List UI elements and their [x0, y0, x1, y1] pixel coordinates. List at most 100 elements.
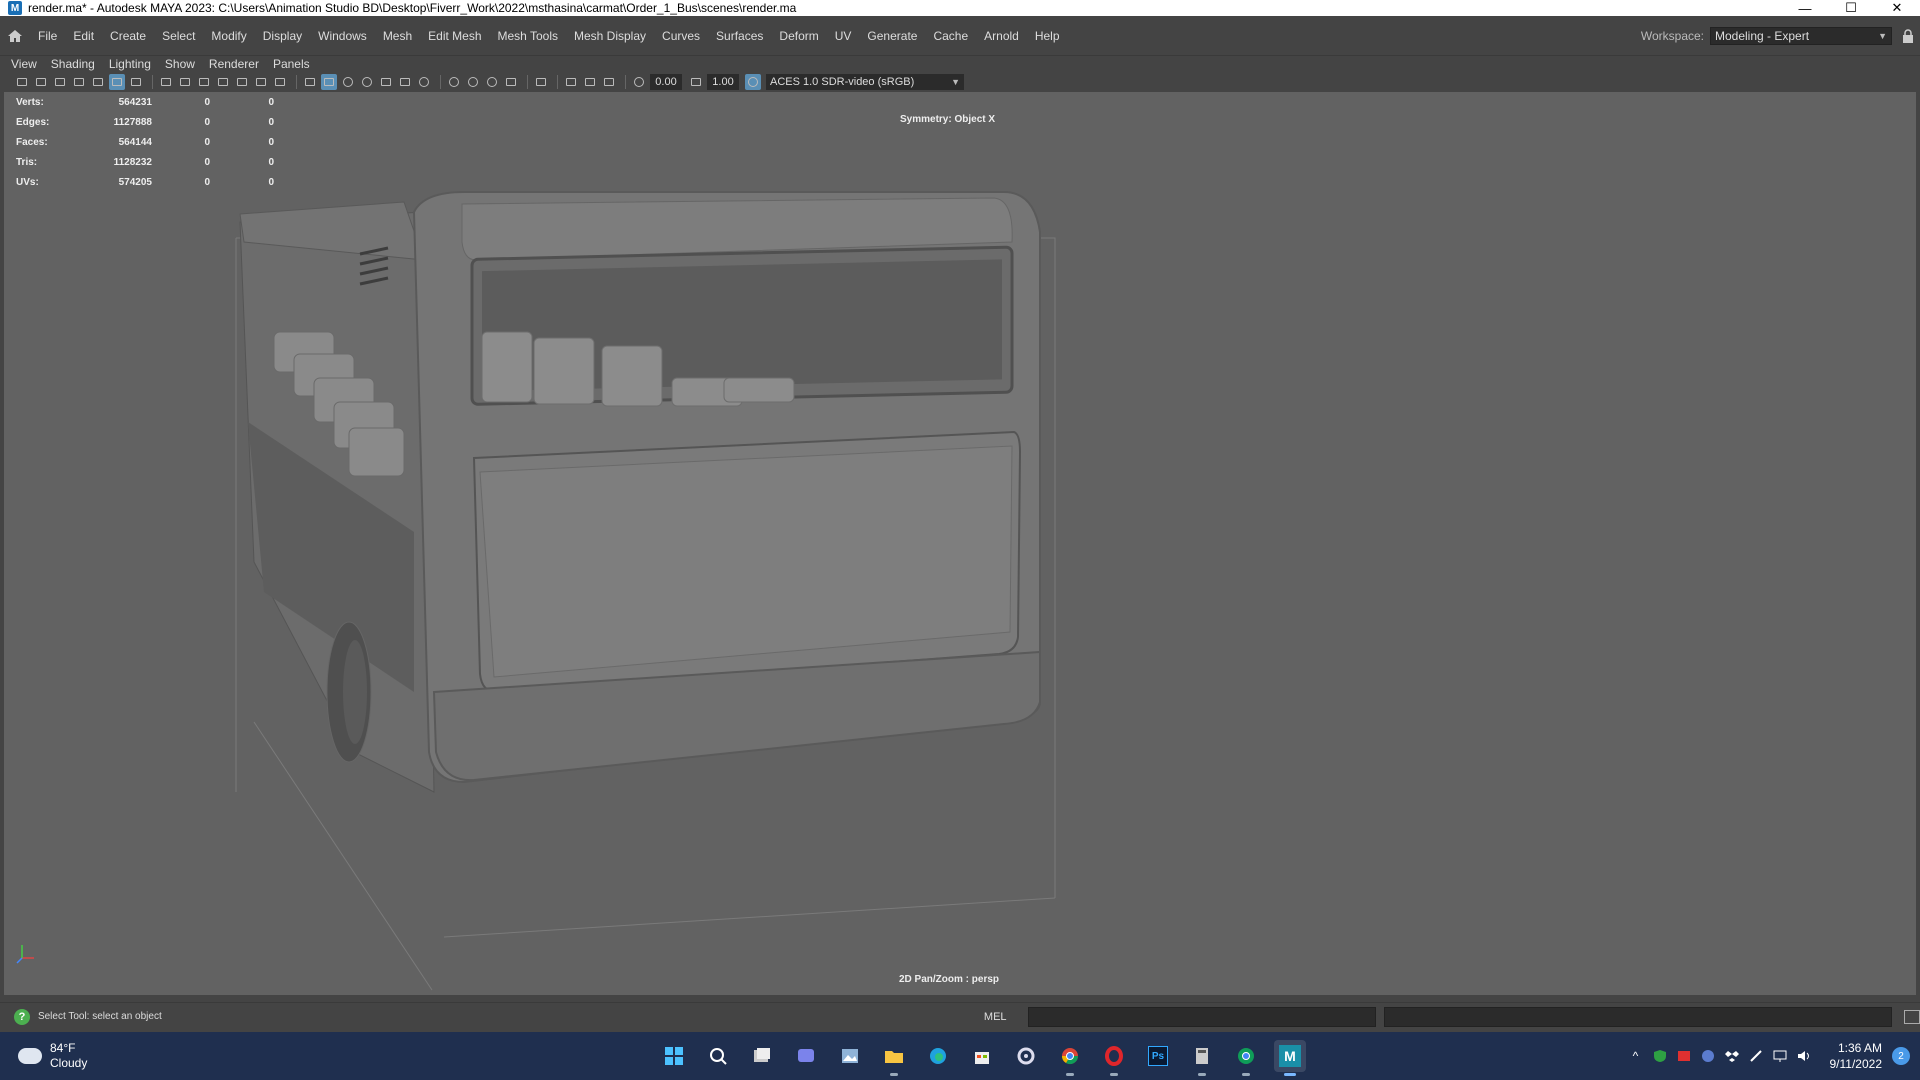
gate-mask-icon[interactable] — [215, 74, 231, 90]
backface-culling-icon[interactable] — [601, 74, 617, 90]
home-icon[interactable] — [0, 29, 30, 43]
menu-mesh[interactable]: Mesh — [375, 29, 420, 43]
hud-component: 0 — [268, 176, 274, 188]
bookmarks-icon[interactable] — [52, 74, 68, 90]
hud-value: 574205 — [118, 176, 152, 188]
gamma-icon[interactable] — [688, 74, 704, 90]
perspective-viewport[interactable]: Verts: 564231 0 0 Edges: 1127888 0 0 Fac… — [4, 92, 1916, 995]
camera-attributes-icon[interactable] — [33, 74, 49, 90]
chrome-icon[interactable] — [1054, 1040, 1086, 1076]
film-gate-icon[interactable] — [177, 74, 193, 90]
color-management-icon[interactable] — [745, 74, 761, 90]
bus-model[interactable] — [4, 92, 1916, 995]
chevron-up-icon[interactable]: ^ — [1629, 1049, 1643, 1063]
settings-icon[interactable] — [1010, 1040, 1042, 1072]
volume-icon[interactable] — [1797, 1049, 1811, 1063]
menu-surfaces[interactable]: Surfaces — [708, 29, 771, 43]
isolate-select-icon[interactable] — [533, 74, 549, 90]
menu-file[interactable]: File — [30, 29, 65, 43]
anti-aliasing-icon[interactable] — [484, 74, 500, 90]
wireframe-icon[interactable] — [302, 74, 318, 90]
gamma-field[interactable]: 1.00 — [707, 74, 739, 90]
maximize-button[interactable]: ☐ — [1828, 0, 1874, 16]
help-line: Select Tool: select an object — [37, 1011, 162, 1022]
grease-pencil-icon[interactable] — [90, 74, 106, 90]
xray-active-icon[interactable] — [582, 74, 598, 90]
pen-icon[interactable] — [1749, 1049, 1763, 1063]
image-plane-icon[interactable] — [71, 74, 87, 90]
windows-start-icon[interactable] — [658, 1040, 690, 1072]
maya-taskbar-icon[interactable]: M — [1274, 1040, 1306, 1076]
resolution-gate-icon[interactable] — [196, 74, 212, 90]
lock-icon[interactable] — [1896, 28, 1920, 43]
menu-help[interactable]: Help — [1027, 29, 1068, 43]
app-tray-icon[interactable] — [1677, 1049, 1691, 1063]
default-material-icon[interactable] — [340, 74, 356, 90]
notification-badge[interactable]: 2 — [1892, 1047, 1910, 1065]
minimize-button[interactable]: — — [1782, 0, 1828, 16]
teams-chat-icon[interactable] — [790, 1040, 822, 1072]
chrome-profile-icon[interactable] — [1230, 1040, 1262, 1076]
system-clock[interactable]: 1:36 AM 9/11/2022 — [1830, 1040, 1883, 1072]
grid-icon[interactable] — [158, 74, 174, 90]
isolate-icon[interactable] — [109, 74, 125, 90]
lights-icon[interactable] — [397, 74, 413, 90]
panel-menu-panels[interactable]: Panels — [266, 57, 317, 71]
script-editor-icon[interactable] — [1904, 1009, 1920, 1024]
panel-menu-renderer[interactable]: Renderer — [202, 57, 266, 71]
menu-modify[interactable]: Modify — [203, 29, 254, 43]
panel-menu-show[interactable]: Show — [158, 57, 202, 71]
search-icon[interactable] — [702, 1040, 734, 1072]
network-globe-icon[interactable] — [1701, 1049, 1715, 1063]
calculator-icon[interactable] — [1186, 1040, 1218, 1076]
menu-mesh-display[interactable]: Mesh Display — [566, 29, 654, 43]
file-explorer-icon[interactable] — [878, 1040, 910, 1076]
menu-mesh-tools[interactable]: Mesh Tools — [490, 29, 566, 43]
menu-edit[interactable]: Edit — [65, 29, 102, 43]
menu-create[interactable]: Create — [102, 29, 154, 43]
textured-icon[interactable] — [359, 74, 375, 90]
select-camera-icon[interactable] — [14, 74, 30, 90]
menu-cache[interactable]: Cache — [925, 29, 976, 43]
close-button[interactable]: ✕ — [1874, 0, 1920, 16]
depth-of-field-icon[interactable] — [503, 74, 519, 90]
field-chart-icon[interactable] — [234, 74, 250, 90]
store-icon[interactable] — [966, 1040, 998, 1072]
exposure-icon[interactable] — [631, 74, 647, 90]
panel-menu-lighting[interactable]: Lighting — [102, 57, 158, 71]
menu-uv[interactable]: UV — [827, 29, 860, 43]
exposure-field[interactable]: 0.00 — [650, 74, 682, 90]
menu-generate[interactable]: Generate — [859, 29, 925, 43]
menu-windows[interactable]: Windows — [310, 29, 375, 43]
menu-display[interactable]: Display — [255, 29, 310, 43]
ambient-occlusion-icon[interactable] — [446, 74, 462, 90]
motion-blur-icon[interactable] — [465, 74, 481, 90]
opera-icon[interactable] — [1098, 1040, 1130, 1076]
view-transform-dropdown[interactable]: ACES 1.0 SDR-video (sRGB) ▼ — [766, 74, 964, 90]
dropbox-icon[interactable] — [1724, 1049, 1739, 1063]
display-icon[interactable] — [1773, 1049, 1787, 1063]
smooth-shade-icon[interactable] — [321, 74, 337, 90]
shadows-icon[interactable] — [416, 74, 432, 90]
panel-menu-view[interactable]: View — [4, 57, 44, 71]
weather-widget[interactable]: 84°F Cloudy — [18, 1041, 618, 1071]
menu-curves[interactable]: Curves — [654, 29, 708, 43]
photos-icon[interactable] — [834, 1040, 866, 1072]
menu-edit-mesh[interactable]: Edit Mesh — [420, 29, 489, 43]
mel-command-input[interactable] — [1027, 1006, 1377, 1027]
script-language-toggle[interactable]: MEL — [984, 1011, 1020, 1023]
workspace-dropdown[interactable]: Modeling - Expert ▼ — [1710, 26, 1892, 45]
photoshop-icon[interactable]: Ps — [1142, 1040, 1174, 1072]
safe-action-icon[interactable] — [253, 74, 269, 90]
menu-arnold[interactable]: Arnold — [976, 29, 1027, 43]
task-view-icon[interactable] — [746, 1040, 778, 1072]
menu-select[interactable]: Select — [154, 29, 203, 43]
xray-joints-icon[interactable] — [563, 74, 579, 90]
panel-menu-shading[interactable]: Shading — [44, 57, 102, 71]
menu-deform[interactable]: Deform — [771, 29, 826, 43]
edge-icon[interactable] — [922, 1040, 954, 1072]
defender-icon[interactable] — [1653, 1049, 1667, 1063]
xray-icon[interactable] — [378, 74, 394, 90]
safe-title-icon[interactable] — [272, 74, 288, 90]
edit-icon[interactable] — [128, 74, 144, 90]
